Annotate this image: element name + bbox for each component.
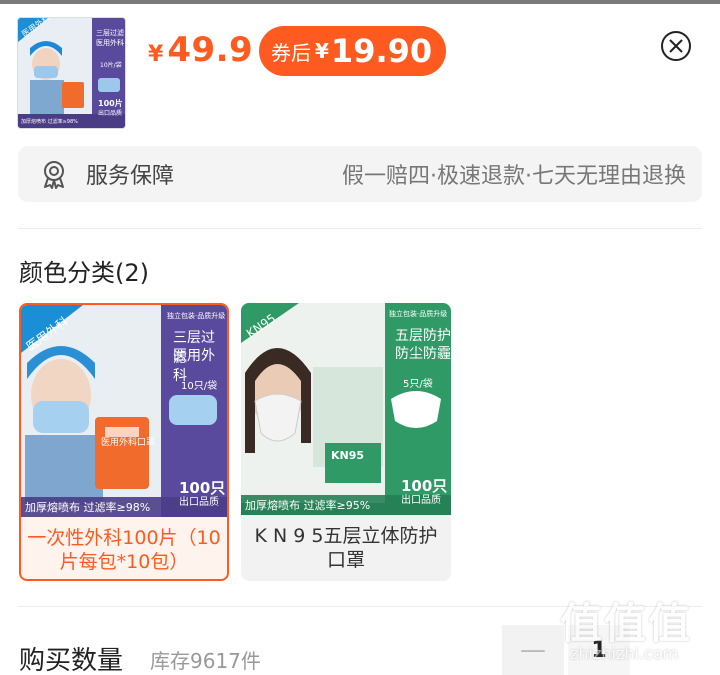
- thumb-count: 10片/袋: [100, 62, 122, 69]
- divider: [18, 606, 702, 607]
- close-icon: [669, 39, 683, 53]
- variant-pack-text: KN95: [331, 449, 365, 462]
- variant-image: KN95 独立包装·品质升级 五层防护 防尘防霾 5只/袋 100只 出口品质 …: [241, 303, 451, 515]
- variant-pack-text: 医用外科口罩: [101, 438, 156, 448]
- variant-option-surgical[interactable]: 医用外科 独立包装·品质升级 三层过滤 医用外科 10只/袋 100只 出口品质…: [19, 303, 229, 581]
- award-ribbon-icon: [44, 161, 64, 189]
- thumb-line2: 医用外科: [96, 39, 124, 47]
- product-thumbnail[interactable]: 医用外科 三层过滤 医用外科 10片/袋 100片 出口品质 加厚熔喷布 过滤率…: [17, 17, 126, 129]
- variant-label: K N 9 5五层立体防护口罩: [254, 525, 438, 571]
- service-title: 服务保障: [86, 164, 175, 189]
- coupon-value: 19.90: [330, 32, 433, 70]
- coupon-price-badge: 券后 ¥ 19.90: [259, 26, 447, 76]
- top-edge-bar: [0, 0, 720, 4]
- variant-qty-sub: 出口品质: [401, 495, 441, 506]
- variant-tag: 独立包装·品质升级: [167, 312, 226, 320]
- variant-footer: 加厚熔喷布 过滤率≥95%: [245, 499, 371, 512]
- close-button[interactable]: [661, 31, 691, 61]
- decrement-button[interactable]: —: [502, 625, 564, 675]
- price-value: 49.9: [167, 30, 254, 70]
- variant-option-kn95[interactable]: KN95 独立包装·品质升级 五层防护 防尘防霾 5只/袋 100只 出口品质 …: [241, 303, 451, 581]
- thumb-line1: 三层过滤: [96, 29, 124, 37]
- variant-footer: 加厚熔喷布 过滤率≥98%: [25, 501, 151, 514]
- price-currency: ¥: [148, 42, 164, 67]
- coupon-currency: ¥: [315, 39, 329, 63]
- service-description: 假一赔四·极速退款·七天无理由退换: [342, 164, 686, 189]
- quantity-label: 购买数量: [19, 646, 124, 675]
- variant-section-title: 颜色分类(2): [19, 259, 149, 287]
- thumb-qty-sub: 出口品质: [98, 110, 123, 117]
- price: ¥ 49.9: [148, 30, 253, 70]
- quantity-value[interactable]: 1: [568, 625, 630, 675]
- variant-image: 医用外科 独立包装·品质升级 三层过滤 医用外科 10只/袋 100只 出口品质…: [21, 305, 227, 517]
- variant-tag: 独立包装·品质升级: [389, 310, 448, 318]
- quantity-stepper: — 1: [502, 625, 630, 675]
- thumb-footer: 加厚熔喷布 过滤率≥98%: [21, 119, 78, 125]
- divider: [18, 228, 702, 229]
- stock-count: 库存9617件: [150, 649, 261, 673]
- variant-qty-sub: 出口品质: [179, 497, 219, 508]
- variant-line2: 防尘防霾: [395, 346, 451, 362]
- variant-count: 10只/袋: [181, 381, 218, 392]
- variant-line1: 五层防护: [395, 328, 451, 344]
- variant-count: 5只/袋: [403, 379, 433, 390]
- variant-label: 一次性外科100片（10片每包*10包）: [27, 527, 221, 573]
- coupon-label: 券后: [271, 40, 311, 65]
- service-guarantee-bar[interactable]: 服务保障 假一赔四·极速退款·七天无理由退换: [18, 146, 702, 202]
